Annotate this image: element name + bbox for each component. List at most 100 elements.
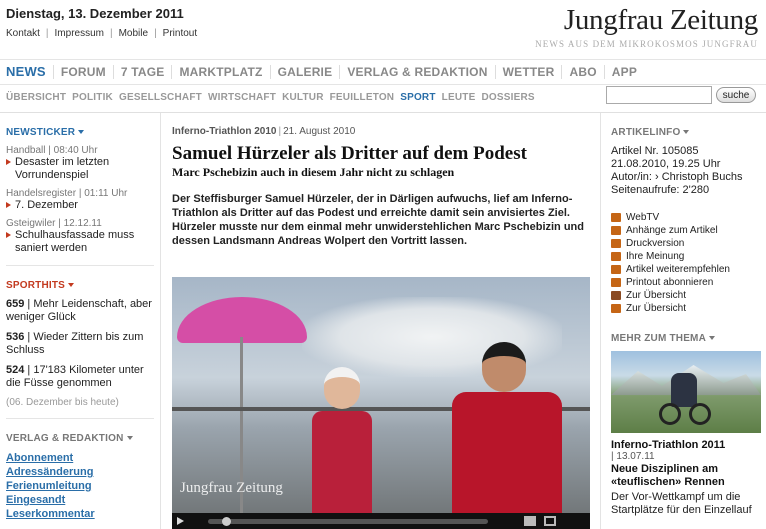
impressum-link[interactable]: Impressum xyxy=(55,28,104,39)
print-icon xyxy=(611,239,621,248)
hit-count: 536 xyxy=(6,331,25,343)
nav-abo[interactable]: ABO xyxy=(561,65,603,79)
play-icon[interactable] xyxy=(177,517,184,525)
subnav-kultur[interactable]: KULTUR xyxy=(282,92,324,103)
mobile-link[interactable]: Mobile xyxy=(119,28,148,39)
leserkommentar-link[interactable]: Leserkommentar xyxy=(6,507,154,521)
subnav-gesellschaft[interactable]: GESELLSCHAFT xyxy=(119,92,202,103)
list-item[interactable]: 524 | 17'183 Kilometer unter die Füsse g… xyxy=(6,364,154,390)
chevron-down-icon xyxy=(78,130,85,135)
article-headline: Samuel Hürzeler als Dritter auf dem Pode… xyxy=(172,143,527,164)
mehrzumthema-title: MEHR ZUM THEMA xyxy=(611,333,707,344)
video-controls xyxy=(172,513,590,529)
tool-print[interactable]: Druckversion xyxy=(611,237,766,250)
subnav-sport[interactable]: SPORT xyxy=(400,92,435,103)
separator: | xyxy=(278,126,282,137)
ticker-meta: Handball | 08:40 Uhr xyxy=(6,145,98,156)
verlag-links: Abonnement Adressänderung Ferienumleitun… xyxy=(6,451,154,521)
verlag-title: VERLAG & REDAKTION xyxy=(6,433,124,444)
search-button[interactable]: suche xyxy=(716,87,756,103)
tool-overview-back[interactable]: Zur Übersicht xyxy=(611,289,766,302)
ferienumleitung-link[interactable]: Ferienumleitung xyxy=(6,479,154,493)
subscribe-icon xyxy=(611,278,621,287)
abonnement-link[interactable]: Abonnement xyxy=(6,451,154,465)
ticker-title[interactable]: Desaster im letzten Vorrundenspiel xyxy=(6,156,154,182)
related-article-headline[interactable]: Neue Disziplinen am «teuflischen» Rennen xyxy=(611,463,766,489)
list-item[interactable]: Gsteigwiler | 12.12.11 Schulhausfassade … xyxy=(6,218,154,255)
newsticker-heading[interactable]: NEWSTICKER xyxy=(6,127,154,138)
tool-webtv[interactable]: WebTV xyxy=(611,211,766,224)
nav-marktplatz[interactable]: MARKTPLATZ xyxy=(171,65,269,79)
hit-count: 524 xyxy=(6,364,25,376)
video-interviewer xyxy=(452,342,562,529)
chevron-down-icon xyxy=(68,283,75,288)
video-player[interactable]: Jungfrau Zeitung xyxy=(172,277,590,529)
fullscreen-icon[interactable] xyxy=(544,516,556,526)
hit-title[interactable]: | Wieder Zittern bis zum Schluss xyxy=(6,331,143,356)
verlag-heading[interactable]: VERLAG & REDAKTION xyxy=(6,433,154,444)
subnav-dossiers[interactable]: DOSSIERS xyxy=(481,92,534,103)
article-lead: Der Steffisburger Samuel Hürzeler, der i… xyxy=(172,193,584,247)
nav-forum[interactable]: FORUM xyxy=(52,65,113,79)
nav-galerie[interactable]: GALERIE xyxy=(269,65,340,79)
list-item[interactable]: 659 | Mehr Leidenschaft, aber weniger Gl… xyxy=(6,298,154,324)
video-progress-track[interactable] xyxy=(208,516,488,526)
sub-navigation: ÜBERSICHT POLITIK GESELLSCHAFT WIRTSCHAF… xyxy=(0,88,535,106)
nav-news[interactable]: NEWS xyxy=(0,65,53,79)
ticker-title[interactable]: 7. Dezember xyxy=(6,199,154,212)
mehrzumthema-heading[interactable]: MEHR ZUM THEMA xyxy=(611,333,766,344)
tool-recommend[interactable]: Artikel weiterempfehlen xyxy=(611,263,766,276)
subnav-feuilleton[interactable]: FEUILLETON xyxy=(330,92,395,103)
list-item[interactable]: Handelsregister | 01:11 Uhr 7. Dezember xyxy=(6,188,154,212)
list-item[interactable]: Handball | 08:40 Uhr Desaster im letzten… xyxy=(6,145,154,182)
nav-wetter[interactable]: WETTER xyxy=(494,65,562,79)
tool-comment[interactable]: Ihre Meinung xyxy=(611,250,766,263)
artikelinfo-heading[interactable]: ARTIKELINFO xyxy=(611,127,766,138)
subnav-wirtschaft[interactable]: WIRTSCHAFT xyxy=(208,92,276,103)
nav-verlag-redaktion[interactable]: VERLAG & REDAKTION xyxy=(339,65,494,79)
sporthits-heading[interactable]: SPORTHITS xyxy=(6,280,154,291)
tool-label: Druckversion xyxy=(626,238,685,249)
interviewer-body xyxy=(452,392,562,529)
article-category[interactable]: Inferno-Triathlon 2010 xyxy=(172,126,276,137)
hit-title[interactable]: | 17'183 Kilometer unter die Füsse genom… xyxy=(6,364,144,389)
related-article-image[interactable] xyxy=(611,351,761,433)
separator: | xyxy=(154,28,157,39)
comment-icon xyxy=(611,252,621,261)
tool-label: Ihre Meinung xyxy=(626,251,685,262)
ticker-title[interactable]: Schulhausfassade muss saniert werden xyxy=(6,229,154,255)
separator: | xyxy=(109,28,113,39)
related-article-category[interactable]: Inferno-Triathlon 2011 xyxy=(611,439,766,451)
contact-link[interactable]: Kontakt xyxy=(6,28,40,39)
attachment-icon xyxy=(611,226,621,235)
printout-link[interactable]: Printout xyxy=(163,28,197,39)
chevron-down-icon xyxy=(126,436,133,441)
eingesandt-link[interactable]: Eingesandt xyxy=(6,493,154,507)
athlete-body xyxy=(312,411,372,529)
list-item[interactable]: 536 | Wieder Zittern bis zum Schluss xyxy=(6,331,154,357)
tool-printout[interactable]: Printout abonnieren xyxy=(611,276,766,289)
video-athlete xyxy=(312,367,372,529)
nav-app[interactable]: APP xyxy=(603,65,644,79)
volume-icon[interactable] xyxy=(524,516,536,526)
adressaenderung-link[interactable]: Adressänderung xyxy=(6,465,154,479)
article-date: 21. August 2010 xyxy=(283,126,356,137)
tool-attachments[interactable]: Anhänge zum Artikel xyxy=(611,224,766,237)
subnav-leute[interactable]: LEUTE xyxy=(442,92,476,103)
subnav-politik[interactable]: POLITIK xyxy=(72,92,113,103)
tool-overview[interactable]: Zur Übersicht xyxy=(611,302,766,315)
site-logo[interactable]: Jungfrau Zeitung xyxy=(564,4,758,37)
article-author[interactable]: Autor/in: › Christoph Buchs xyxy=(611,171,766,184)
main-navigation: NEWS FORUM 7 TAGE MARKTPLATZ GALERIE VER… xyxy=(0,59,766,85)
image-wheel xyxy=(659,403,681,425)
arrow-left-icon xyxy=(611,291,621,300)
search-input[interactable] xyxy=(606,86,712,104)
article-breadcrumb: Inferno-Triathlon 2010 | 21. August 2010 xyxy=(172,126,594,137)
hit-title[interactable]: | Mehr Leidenschaft, aber weniger Glück xyxy=(6,298,152,323)
video-progress-knob[interactable] xyxy=(222,516,231,526)
artikel-info: Artikel Nr. 105085 21.08.2010, 19.25 Uhr… xyxy=(611,145,766,197)
divider xyxy=(6,265,154,266)
nav-7-tage[interactable]: 7 TAGE xyxy=(112,65,172,79)
subnav-uebersicht[interactable]: ÜBERSICHT xyxy=(6,92,66,103)
athlete-head xyxy=(324,367,360,409)
